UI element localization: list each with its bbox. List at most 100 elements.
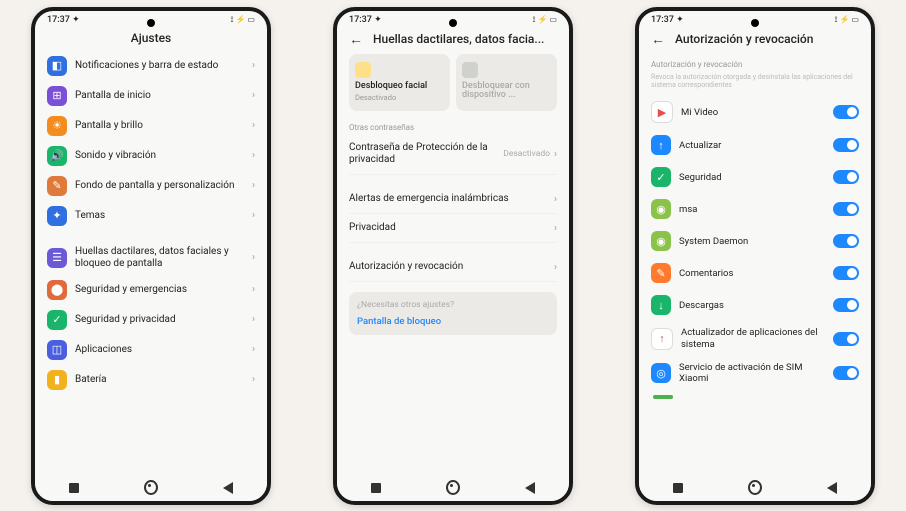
app-row: ✓ Seguridad <box>651 161 859 193</box>
row-label: Pantalla de inicio <box>75 90 244 102</box>
nav-recent[interactable] <box>67 481 81 495</box>
app-row: ▶ Mi Video <box>651 95 859 129</box>
partial-row-indicator <box>653 395 673 399</box>
settings-row[interactable]: Privacidad› <box>349 214 557 243</box>
settings-row[interactable]: ⊞Pantalla de inicio› <box>47 81 255 111</box>
toggle-switch[interactable] <box>833 332 859 346</box>
back-icon[interactable]: ← <box>651 31 665 48</box>
app-row: ✎ Comentarios <box>651 257 859 289</box>
app-icon: ◎ <box>651 363 671 383</box>
settings-row[interactable]: 🔊Sonido y vibración› <box>47 141 255 171</box>
app-icon: ✎ <box>651 263 671 283</box>
settings-row[interactable]: ☀ Pantalla y brillo › <box>47 111 255 141</box>
settings-row[interactable]: Alertas de emergencia inalámbricas› <box>349 185 557 214</box>
nav-recent[interactable] <box>369 481 383 495</box>
nav-back[interactable] <box>221 481 235 495</box>
settings-row[interactable]: ⬤ Seguridad y emergencias › <box>47 275 255 305</box>
status-time: 17:37 <box>349 15 372 25</box>
nav-home[interactable] <box>446 481 460 495</box>
page-title: Ajustes <box>131 31 171 45</box>
nav-bar <box>337 475 569 501</box>
nav-back[interactable] <box>825 481 839 495</box>
row-label: Pantalla y brillo <box>75 120 244 132</box>
phone-fingerprint: 17:37 ✦ ⟟ ⚡ ▭ ← Huellas dactilares, dato… <box>333 7 573 505</box>
chevron-icon: › <box>252 344 255 355</box>
settings-row[interactable]: ✦ Temas › <box>47 201 255 231</box>
back-icon[interactable]: ← <box>349 31 363 48</box>
app-icon: ▶ <box>651 101 673 123</box>
toggle-switch[interactable] <box>833 138 859 152</box>
app-label: Mi Video <box>681 107 825 118</box>
nav-recent[interactable] <box>671 481 685 495</box>
toggle-switch[interactable] <box>833 366 859 380</box>
chevron-icon: › <box>554 223 557 234</box>
front-camera <box>751 19 759 27</box>
row-label: Autorización y revocación <box>349 261 554 273</box>
chevron-icon: › <box>252 120 255 131</box>
status-time: 17:37 <box>47 15 70 25</box>
row-icon: ☀ <box>47 116 67 136</box>
row-label: Seguridad y emergencias <box>75 284 244 296</box>
row-label: Sonido y vibración <box>75 150 244 162</box>
toggle-switch[interactable] <box>833 266 859 280</box>
settings-row[interactable]: ✎Fondo de pantalla y personalización› <box>47 171 255 201</box>
chevron-icon: › <box>252 252 255 263</box>
toggle-switch[interactable] <box>833 202 859 216</box>
row-icon: ✦ <box>47 206 67 226</box>
row-icon: ☰ <box>47 248 67 268</box>
row-label: Huellas dactilares, datos faciales y blo… <box>75 246 244 270</box>
toggle-switch[interactable] <box>833 170 859 184</box>
row-icon: ◧ <box>47 56 67 76</box>
chevron-icon: › <box>252 210 255 221</box>
nav-back[interactable] <box>523 481 537 495</box>
phone-settings: 17:37 ✦ ⟟ ⚡ ▭ Ajustes ◧Notificaciones y … <box>31 7 271 505</box>
settings-row[interactable]: ◫Aplicaciones› <box>47 335 255 365</box>
toggle-switch[interactable] <box>833 298 859 312</box>
row-icon: ✎ <box>47 176 67 196</box>
help-link[interactable]: Pantalla de bloqueo <box>357 316 549 327</box>
row-label: Contraseña de Protección de la privacida… <box>349 142 503 166</box>
nav-home[interactable] <box>748 481 762 495</box>
app-row: ◎Servicio de activación de SIM Xiaomi <box>651 356 859 391</box>
app-label: msa <box>679 204 825 215</box>
face-icon <box>355 62 371 78</box>
unlock-cards: Desbloqueo facial Desactivado Desbloquea… <box>349 54 557 112</box>
settings-row[interactable]: ☰ Huellas dactilares, datos faciales y bl… <box>47 241 255 275</box>
card-face-unlock[interactable]: Desbloqueo facial Desactivado <box>349 54 450 112</box>
settings-list: ◧ Notificaciones y barra de estado › ⊞Panta… <box>35 51 267 471</box>
app-label: Seguridad <box>679 172 825 183</box>
chevron-icon: › <box>554 149 557 160</box>
row-icon: ◫ <box>47 340 67 360</box>
app-list: Autorización y revocación Revoca la auto… <box>639 54 871 474</box>
app-label: Comentarios <box>679 268 825 279</box>
app-icon: ↓ <box>651 295 671 315</box>
settings-row[interactable]: ✓Seguridad y privacidad› <box>47 305 255 335</box>
front-camera <box>147 19 155 27</box>
settings-row[interactable]: Autorización y revocación› <box>349 253 557 282</box>
nav-bar <box>35 475 267 501</box>
chevron-icon: › <box>252 150 255 161</box>
phone-authorization: 17:37 ✦ ⟟ ⚡ ▭ ← Autorización y revocació… <box>635 7 875 505</box>
row-label: Seguridad y privacidad <box>75 314 244 326</box>
note-text: Revoca la autorización otorgada y desins… <box>651 71 859 96</box>
row-label: Notificaciones y barra de estado <box>75 60 244 72</box>
app-row: ↓Descargas <box>651 289 859 321</box>
settings-row[interactable]: ◧ Notificaciones y barra de estado › <box>47 51 255 81</box>
nav-home[interactable] <box>144 481 158 495</box>
app-icon: ✓ <box>651 167 671 187</box>
app-label: Actualizador de aplicaciones del sistema <box>681 327 825 350</box>
row-icon: ▮ <box>47 370 67 390</box>
settings-row[interactable]: Contraseña de Protección de la privacida… <box>349 134 557 175</box>
chevron-icon: › <box>252 284 255 295</box>
nav-bar <box>639 475 871 501</box>
card-device-unlock[interactable]: Desbloquear con dispositivo ... <box>456 54 557 112</box>
toggle-switch[interactable] <box>833 234 859 248</box>
toggle-switch[interactable] <box>833 105 859 119</box>
front-camera <box>449 19 457 27</box>
row-label: Temas <box>75 210 244 222</box>
app-row: ◉System Daemon <box>651 225 859 257</box>
chevron-icon: › <box>252 60 255 71</box>
settings-row[interactable]: ▮Batería› <box>47 365 255 395</box>
row-icon: ⬤ <box>47 280 67 300</box>
section-label: Otras contraseñas <box>349 117 557 134</box>
